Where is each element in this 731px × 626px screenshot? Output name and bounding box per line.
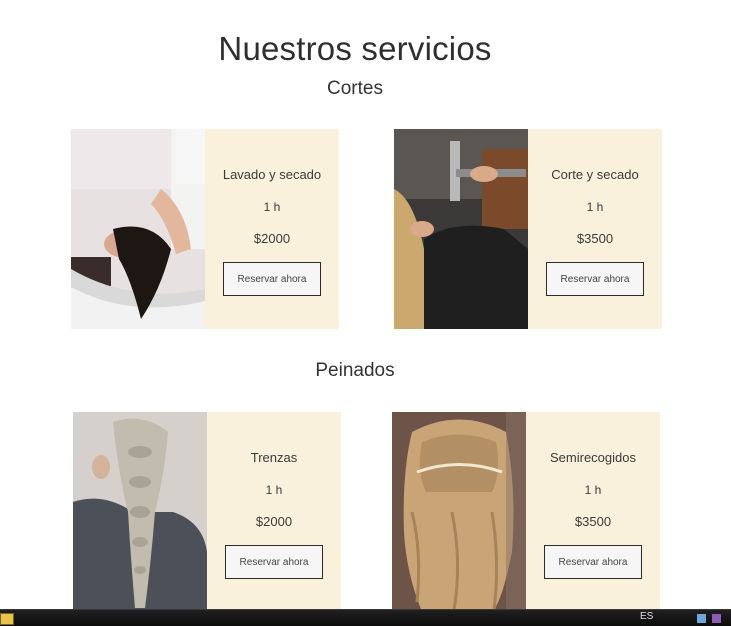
service-card-semirecogidos: Semirecogidos 1 h $3500 Reservar ahora [392, 412, 660, 612]
service-card-trenzas: Trenzas 1 h $2000 Reservar ahora [73, 412, 341, 612]
service-price: $2000 [255, 514, 293, 529]
section-title-cortes: Cortes [327, 78, 383, 99]
tray-app-icon[interactable] [712, 614, 721, 623]
book-now-button[interactable]: Reservar ahora [546, 262, 644, 296]
service-info: Corte y secado 1 h $3500 Reservar ahora [528, 129, 662, 329]
start-icon[interactable] [0, 613, 14, 625]
service-price: $3500 [574, 514, 612, 529]
service-duration: 1 h [584, 483, 602, 497]
service-name: Corte y secado [551, 167, 639, 182]
service-card-lavado-y-secado: Lavado y secado 1 h $2000 Reservar ahora [71, 129, 339, 329]
section-title-peinados: Peinados [315, 360, 395, 381]
book-now-button[interactable]: Reservar ahora [225, 545, 323, 579]
book-now-button[interactable]: Reservar ahora [223, 262, 321, 296]
page-title: Nuestros servicios [218, 30, 492, 68]
service-price: $3500 [576, 231, 614, 246]
taskbar: ES [0, 609, 731, 626]
service-price: $2000 [253, 231, 291, 246]
service-info: Trenzas 1 h $2000 Reservar ahora [207, 412, 341, 612]
service-duration: 1 h [263, 200, 281, 214]
tray-app-icon[interactable] [697, 614, 706, 623]
service-duration: 1 h [265, 483, 283, 497]
service-name: Trenzas [250, 450, 298, 465]
half-updo-photo [392, 412, 526, 612]
blow-dry-photo [394, 129, 528, 329]
hair-wash-photo [71, 129, 205, 329]
language-indicator[interactable]: ES [640, 611, 653, 622]
service-info: Lavado y secado 1 h $2000 Reservar ahora [205, 129, 339, 329]
service-duration: 1 h [586, 200, 604, 214]
book-now-button[interactable]: Reservar ahora [544, 545, 642, 579]
service-name: Lavado y secado [222, 167, 322, 182]
service-card-corte-y-secado: Corte y secado 1 h $3500 Reservar ahora [394, 129, 662, 329]
braid-photo [73, 412, 207, 612]
service-info: Semirecogidos 1 h $3500 Reservar ahora [526, 412, 660, 612]
service-name: Semirecogidos [550, 450, 636, 465]
